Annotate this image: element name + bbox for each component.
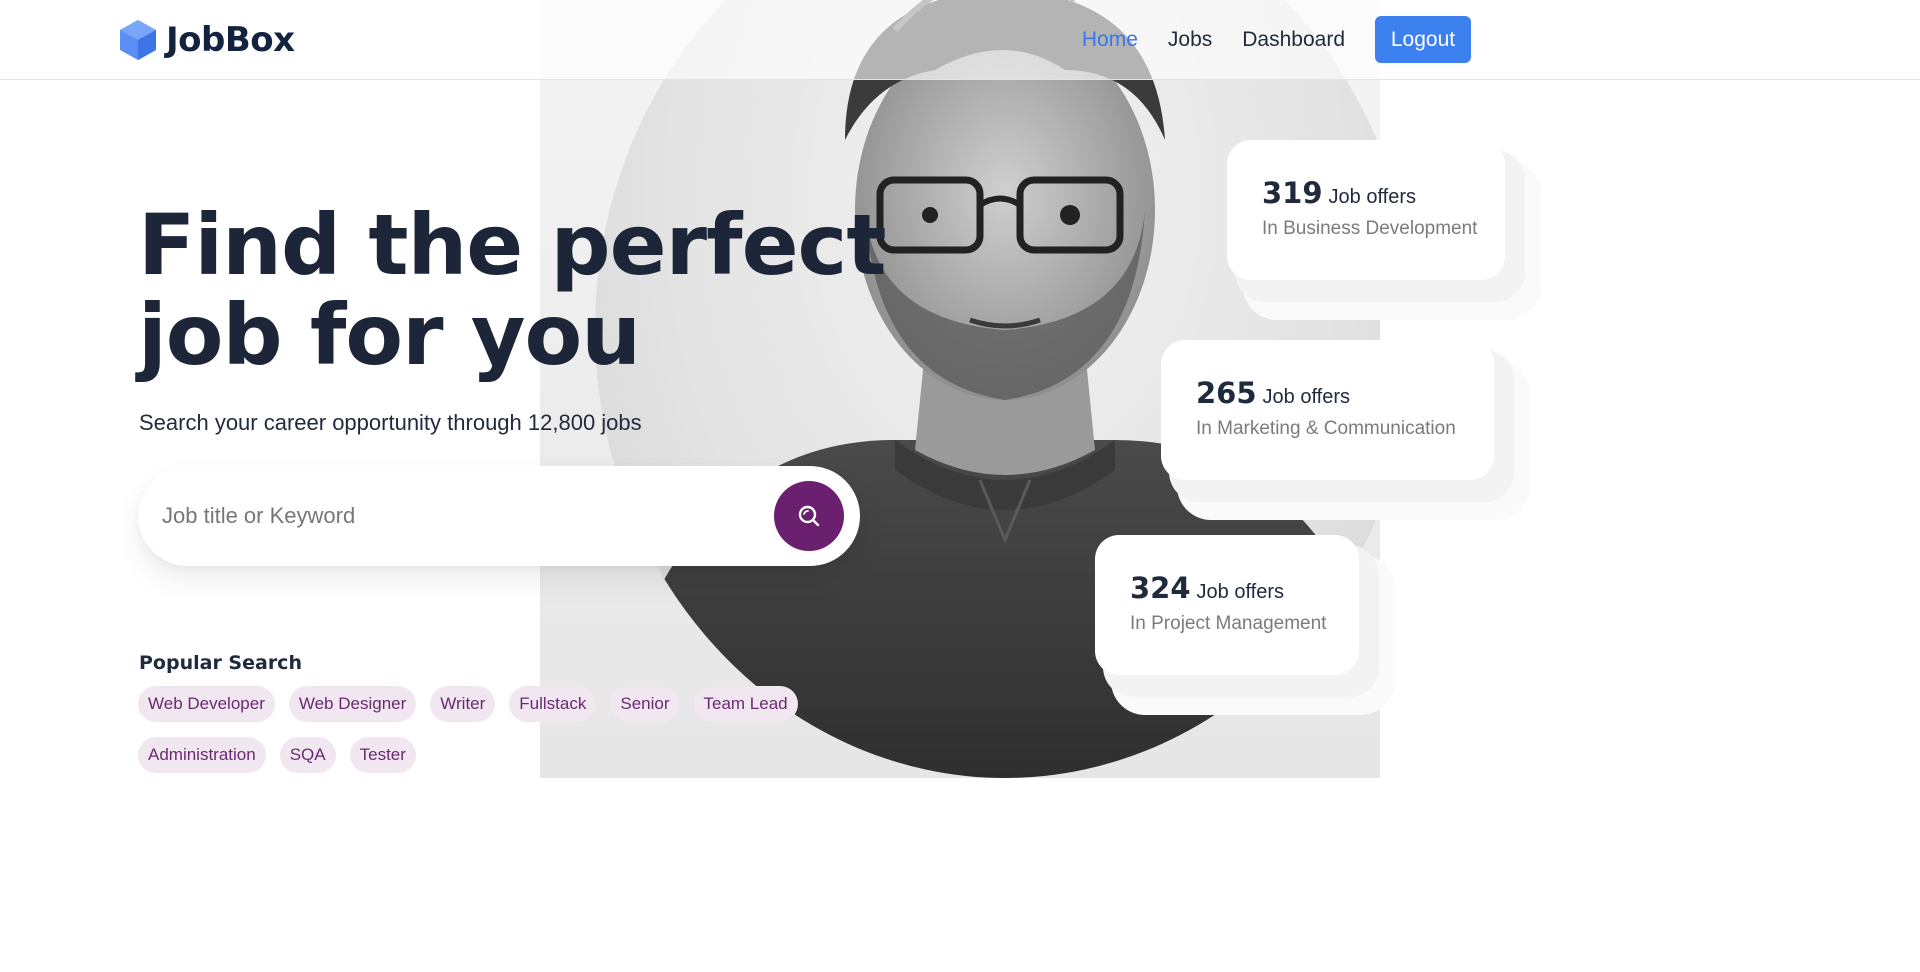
hero-title-line-2: job for you <box>138 286 641 384</box>
tag-tester[interactable]: Tester <box>349 737 416 773</box>
stat-label: Job offers <box>1328 186 1417 208</box>
stat-count: 265 <box>1196 376 1257 410</box>
logo-cube-icon <box>120 20 156 60</box>
stat-category: In Project Management <box>1130 613 1327 634</box>
popular-search-label: Popular Search <box>139 652 302 674</box>
tag-senior[interactable]: Senior <box>610 686 680 722</box>
tag-fullstack[interactable]: Fullstack <box>509 686 597 722</box>
logo-text: JobBox <box>166 20 295 60</box>
site-header: JobBox Home Jobs Dashboard Logout <box>0 0 1920 80</box>
landing-page: JobBox Home Jobs Dashboard Logout Find t… <box>0 0 1920 972</box>
main-nav: Home Jobs Dashboard Logout <box>1052 16 1471 63</box>
tag-web-designer[interactable]: Web Designer <box>288 686 417 722</box>
tag-row-1: Web Developer Web Designer Writer Fullst… <box>138 686 818 722</box>
search-icon <box>798 505 820 527</box>
logo[interactable]: JobBox <box>118 18 295 62</box>
nav-jobs[interactable]: Jobs <box>1168 28 1212 52</box>
hero-title-line-1: Find the perfect <box>138 196 887 294</box>
search-button[interactable] <box>774 481 844 551</box>
stat-card-business-development[interactable]: 319 Job offers In Business Development <box>1227 140 1505 280</box>
hero-title: Find the perfect job for you <box>138 200 898 380</box>
stat-count: 319 <box>1262 176 1323 210</box>
tag-row-2: Administration SQA Tester <box>138 737 818 773</box>
stat-label: Job offers <box>1196 581 1285 603</box>
stat-card-project-management[interactable]: 324 Job offers In Project Management <box>1095 535 1359 675</box>
tag-administration[interactable]: Administration <box>138 737 266 773</box>
stat-category: In Business Development <box>1262 218 1478 239</box>
stat-count: 324 <box>1130 571 1191 605</box>
logout-button[interactable]: Logout <box>1375 16 1471 63</box>
tag-sqa[interactable]: SQA <box>279 737 336 773</box>
hero-subtitle: Search your career opportunity through 1… <box>139 410 642 435</box>
nav-dashboard[interactable]: Dashboard <box>1242 28 1345 52</box>
nav-home[interactable]: Home <box>1082 28 1138 52</box>
stat-category: In Marketing & Communication <box>1196 418 1456 439</box>
tag-writer[interactable]: Writer <box>430 686 496 722</box>
search-input[interactable] <box>162 496 722 536</box>
stat-label: Job offers <box>1262 386 1351 408</box>
search-box <box>138 466 860 566</box>
stat-card-marketing[interactable]: 265 Job offers In Marketing & Communicati… <box>1161 340 1494 480</box>
tag-team-lead[interactable]: Team Lead <box>693 686 798 722</box>
popular-tags: Web Developer Web Designer Writer Fullst… <box>138 686 818 788</box>
tag-web-developer[interactable]: Web Developer <box>138 686 275 722</box>
